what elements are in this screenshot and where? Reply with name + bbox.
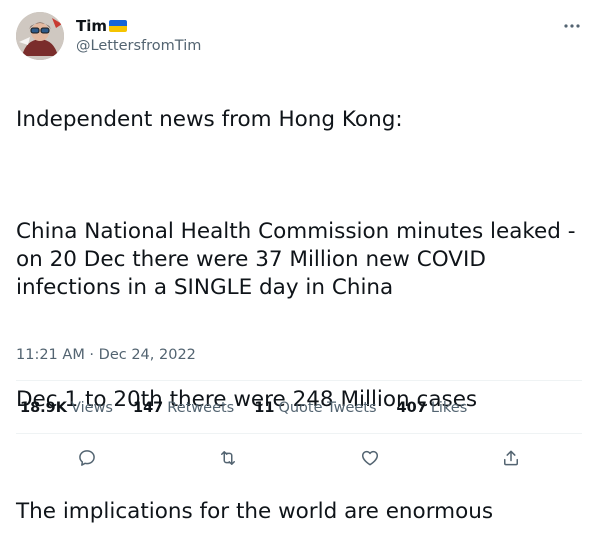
tweet-line: Independent news from Hong Kong: [16,107,403,132]
quotes-count: 11 [254,400,275,416]
avatar-illustration-icon [16,12,64,60]
heart-icon [361,450,378,466]
quotes-stat[interactable]: 11 Quote Tweets [254,400,376,416]
divider [16,380,582,381]
retweets-count: 147 [132,400,164,416]
reply-button[interactable] [70,441,104,475]
tweet-actions [16,436,582,480]
retweets-stat[interactable]: 147 Retweets [133,400,234,416]
ukraine-flag-icon [109,20,128,32]
tweet-timestamp[interactable]: 11:21 AM · Dec 24, 2022 [16,345,196,365]
author-handle[interactable]: @LettersfromTim [76,36,201,56]
divider [16,433,582,434]
author-name[interactable]: Tim [76,16,107,36]
more-options-icon[interactable] [562,16,582,36]
share-icon [504,450,519,466]
tweet-stats: 18.9K Views 147 Retweets 11 Quote Tweets 40… [20,398,487,418]
tweet-line: The implications for the world are enorm… [16,499,494,524]
likes-count: 407 [396,400,427,416]
retweet-button[interactable] [211,441,245,475]
views-label: Views [71,400,113,416]
views-count: 18.9K [20,400,68,416]
tweet-line: China National Health Commission minutes… [16,219,576,300]
quotes-label: Quote Tweets [278,400,377,416]
tweet-text: Independent news from Hong Kong: China N… [16,78,586,554]
likes-label: Likes [430,400,468,416]
views-stat: 18.9K Views [20,400,113,416]
retweet-icon [221,451,236,465]
likes-stat[interactable]: 407 Likes [397,400,468,416]
like-button[interactable] [353,441,387,475]
tweet-header: Tim @LettersfromTim [16,12,586,62]
retweets-label: Retweets [167,400,235,416]
author-info: Tim @LettersfromTim [76,16,201,56]
reply-icon [78,450,95,466]
share-button[interactable] [494,441,528,475]
avatar[interactable] [16,12,64,60]
